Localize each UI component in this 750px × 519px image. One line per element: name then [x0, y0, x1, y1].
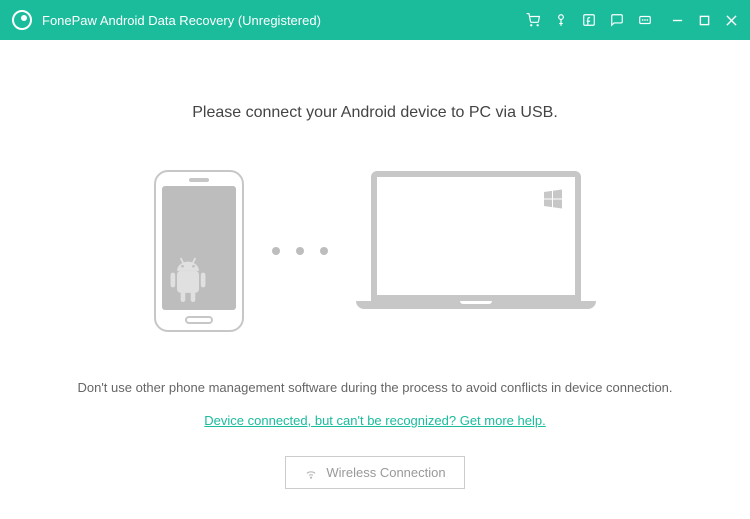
titlebar-left: FonePaw Android Data Recovery (Unregiste…	[12, 10, 321, 30]
main-content: Please connect your Android device to PC…	[0, 40, 750, 519]
help-link[interactable]: Device connected, but can't be recognize…	[204, 413, 545, 428]
titlebar: FonePaw Android Data Recovery (Unregiste…	[0, 0, 750, 40]
laptop-illustration	[356, 171, 596, 331]
wifi-icon	[304, 466, 318, 480]
close-button[interactable]	[725, 14, 738, 27]
app-window: FonePaw Android Data Recovery (Unregiste…	[0, 0, 750, 519]
app-logo-icon	[12, 10, 32, 30]
minimize-button[interactable]	[671, 14, 684, 27]
titlebar-right	[525, 12, 738, 28]
maximize-button[interactable]	[698, 14, 711, 27]
window-controls	[671, 14, 738, 27]
facebook-icon[interactable]	[581, 12, 597, 28]
key-icon[interactable]	[553, 12, 569, 28]
connection-dots	[272, 247, 328, 255]
cart-icon[interactable]	[525, 12, 541, 28]
phone-illustration	[154, 170, 244, 332]
app-title: FonePaw Android Data Recovery (Unregiste…	[42, 13, 321, 28]
illustration	[154, 170, 596, 332]
wireless-connection-label: Wireless Connection	[326, 465, 445, 480]
warning-text: Don't use other phone management softwar…	[77, 380, 672, 395]
wireless-connection-button[interactable]: Wireless Connection	[285, 456, 464, 489]
menu-icon[interactable]	[637, 12, 653, 28]
windows-icon	[543, 189, 563, 209]
feedback-icon[interactable]	[609, 12, 625, 28]
instruction-heading: Please connect your Android device to PC…	[192, 104, 558, 122]
android-icon	[166, 254, 210, 306]
